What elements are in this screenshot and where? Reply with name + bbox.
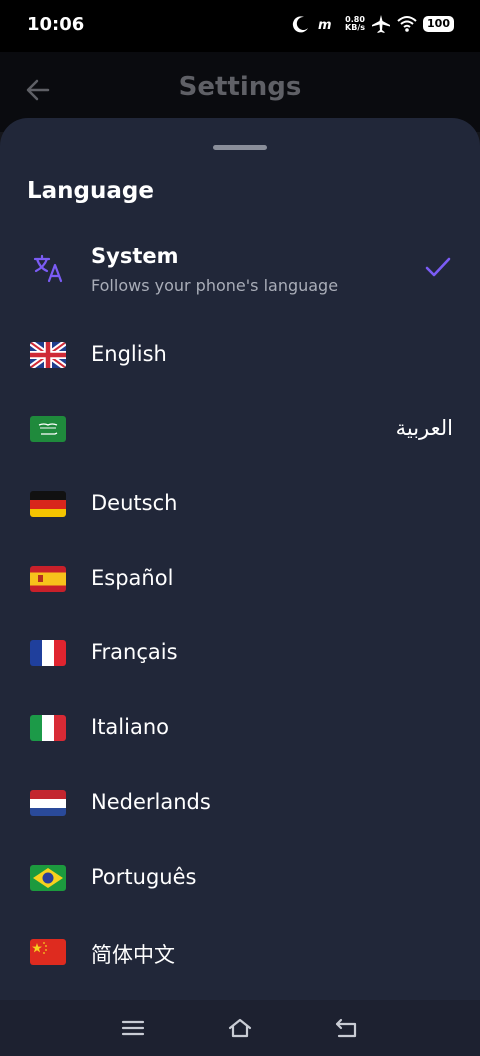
language-option-francais[interactable]: Français [0, 618, 480, 688]
sheet-drag-handle[interactable] [213, 145, 267, 150]
language-label: العربية [395, 416, 453, 440]
france-flag-icon [30, 640, 66, 666]
airplane-icon [372, 15, 391, 33]
language-label: Español [91, 566, 174, 590]
language-sheet: Language System Follows your phone's lan… [0, 118, 480, 1000]
italy-flag-icon [30, 715, 66, 741]
system-nav-bar [0, 1000, 480, 1056]
language-option-italiano[interactable]: Italiano [0, 693, 480, 763]
language-option-nederlands[interactable]: Nederlands [0, 768, 480, 838]
language-option-deutsch[interactable]: Deutsch [0, 469, 480, 539]
uk-flag-icon [30, 342, 66, 368]
language-label-system: System [91, 244, 179, 268]
check-icon [425, 257, 451, 277]
page-title: Settings [178, 72, 302, 102]
sheet-title: Language [27, 178, 154, 204]
language-option-portugues[interactable]: Português [0, 843, 480, 913]
language-option-english[interactable]: English [0, 320, 480, 390]
language-subtitle-system: Follows your phone's language [91, 276, 339, 295]
china-flag-icon [30, 939, 66, 965]
status-bar: 10:06 m 0.80 KB/s 100 [0, 0, 480, 52]
language-option-espanol[interactable]: Español [0, 544, 480, 614]
saudi-flag-icon [30, 416, 66, 442]
battery-icon: 100 [423, 16, 454, 32]
menu-icon[interactable] [120, 1016, 146, 1040]
mt-icon: m [318, 18, 332, 33]
language-label: Nederlands [91, 790, 211, 814]
netherlands-flag-icon [30, 790, 66, 816]
language-label: Italiano [91, 715, 169, 739]
language-label: Français [91, 640, 178, 664]
language-label: Português [91, 865, 197, 889]
home-icon[interactable] [227, 1016, 253, 1040]
status-icons: m 0.80 KB/s 100 [291, 14, 454, 34]
svg-text:m: m [318, 18, 332, 33]
language-label: Deutsch [91, 491, 178, 515]
language-option-system[interactable] [0, 230, 480, 310]
status-time: 10:06 [27, 14, 85, 35]
language-label: English [91, 342, 167, 366]
back-icon[interactable] [334, 1016, 360, 1040]
spain-flag-icon [30, 566, 66, 592]
translate-icon [33, 254, 63, 283]
brazil-flag-icon [30, 865, 66, 891]
language-option-arabic[interactable]: العربية [0, 394, 480, 464]
language-label: 简体中文 [91, 943, 175, 967]
moon-icon [292, 16, 309, 33]
network-speed: 0.80 KB/s [345, 16, 365, 32]
language-option-chinese[interactable]: 简体中文 [0, 917, 480, 987]
germany-flag-icon [30, 491, 66, 517]
wifi-icon [397, 16, 417, 32]
speed-unit: KB/s [345, 23, 366, 32]
